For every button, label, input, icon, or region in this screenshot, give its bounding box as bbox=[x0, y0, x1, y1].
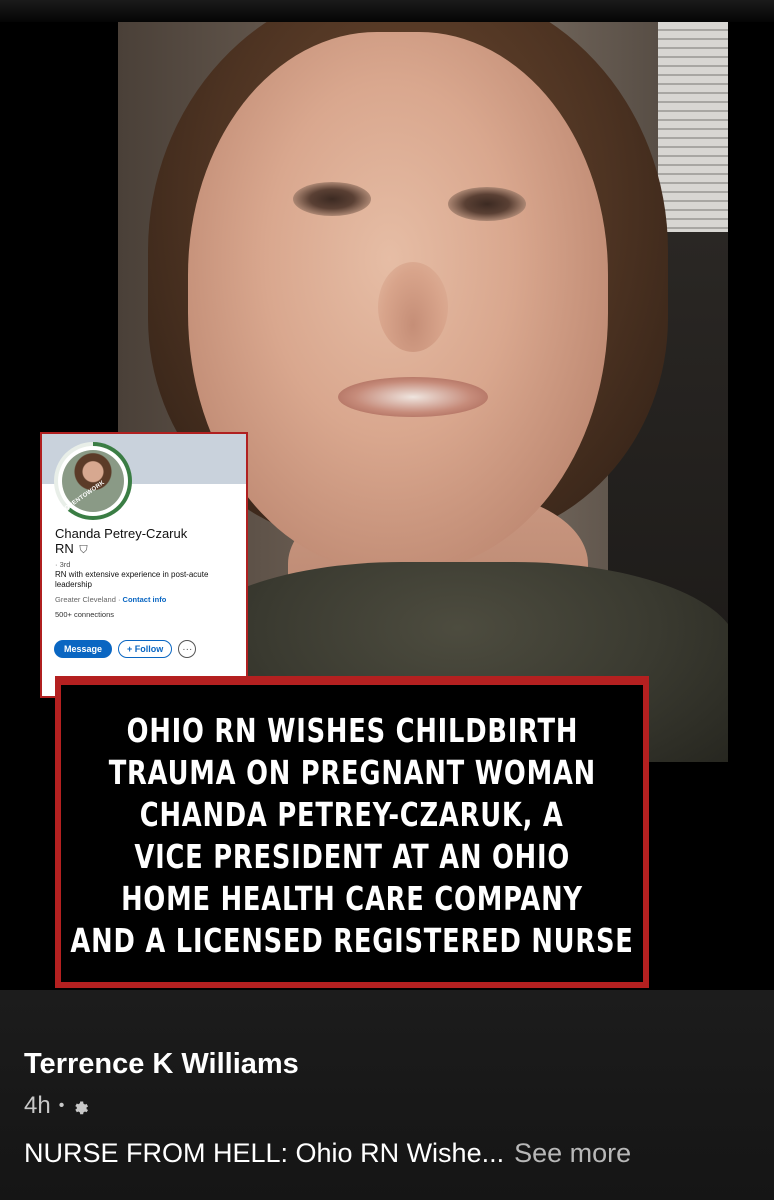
window-blinds bbox=[658, 22, 728, 252]
verified-shield-icon: ⛉ bbox=[79, 544, 88, 556]
see-more-link[interactable]: See more bbox=[514, 1138, 631, 1168]
profile-actions: Message + Follow ··· bbox=[54, 640, 197, 658]
right-eye bbox=[448, 187, 526, 221]
profile-name-text: Chanda Petrey-Czaruk bbox=[55, 526, 188, 541]
profile-headline: RN with extensive experience in post-acu… bbox=[55, 570, 209, 589]
gear-icon[interactable] bbox=[72, 1097, 90, 1115]
caption-text: NURSE FROM HELL: Ohio RN Wishe... bbox=[24, 1138, 505, 1168]
headline-line: HOME HEALTH CARE COMPANY bbox=[121, 878, 583, 918]
post-footer: Terrence K Williams 4h • NURSE FROM HELL… bbox=[0, 990, 774, 1200]
headline-line: AND A LICENSED REGISTERED NURSE bbox=[70, 920, 634, 960]
more-options-icon[interactable]: ··· bbox=[178, 640, 197, 658]
nose bbox=[378, 262, 448, 352]
profile-name: Chanda Petrey-Czaruk RN ⛉ bbox=[55, 526, 238, 558]
headline-line: VICE PRESIDENT AT AN OHIO bbox=[134, 836, 570, 876]
profile-details: Chanda Petrey-Czaruk RN ⛉ · 3rd RN with … bbox=[55, 526, 238, 619]
post-caption: NURSE FROM HELL: Ohio RN Wishe... See mor… bbox=[24, 1138, 631, 1169]
headline-line: OHIO RN WISHES CHILDBIRTH bbox=[126, 710, 578, 750]
profile-name-suffix: RN bbox=[55, 541, 74, 556]
post-time[interactable]: 4h bbox=[24, 1092, 51, 1120]
top-bar bbox=[0, 0, 774, 22]
headline-line: CHANDA PETREY-CZARUK, A bbox=[140, 794, 564, 834]
connection-degree: · 3rd bbox=[55, 560, 71, 569]
headline-banner: OHIO RN WISHES CHILDBIRTH TRAUMA ON PREG… bbox=[55, 676, 649, 988]
mouth bbox=[338, 377, 488, 417]
follow-button[interactable]: + Follow bbox=[118, 640, 173, 658]
headline-line: TRAUMA ON PREGNANT WOMAN bbox=[108, 752, 596, 792]
headline-text-block: OHIO RN WISHES CHILDBIRTH TRAUMA ON PREG… bbox=[61, 685, 643, 982]
location-text: Greater Cleveland · bbox=[55, 595, 121, 604]
author-name[interactable]: Terrence K Williams bbox=[24, 1048, 299, 1081]
contact-info-link[interactable]: Contact info bbox=[123, 595, 167, 604]
connections-count: 500+ connections bbox=[55, 610, 115, 619]
message-button[interactable]: Message bbox=[54, 640, 113, 658]
linkedin-profile-card: #OPENTOWORK Chanda Petrey-Czaruk RN ⛉ · … bbox=[40, 432, 248, 698]
profile-location: Greater Cleveland · Contact info bbox=[55, 595, 238, 604]
left-eye bbox=[293, 182, 371, 216]
post-meta: 4h • bbox=[24, 1092, 90, 1120]
meta-separator: • bbox=[58, 1097, 65, 1114]
person-face bbox=[188, 32, 608, 572]
